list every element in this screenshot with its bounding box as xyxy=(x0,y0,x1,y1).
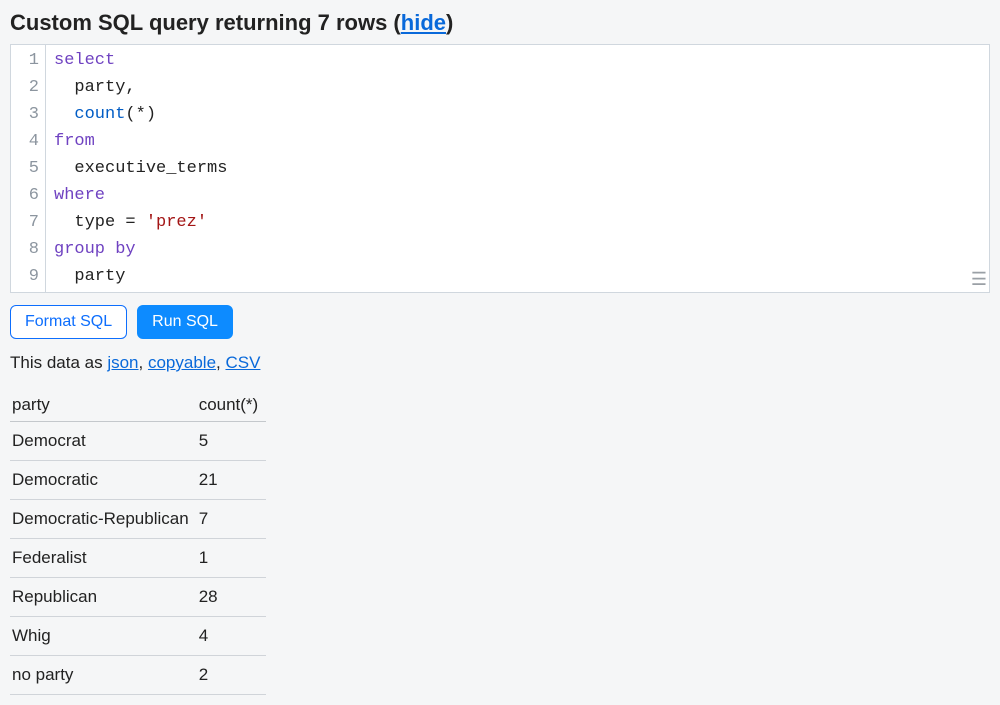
table-cell: Democrat xyxy=(10,422,197,461)
table-row: Democratic-Republican7 xyxy=(10,500,266,539)
page-title: Custom SQL query returning 7 rows (hide) xyxy=(10,10,990,36)
code-line[interactable]: group by xyxy=(54,236,981,263)
button-row: Format SQL Run SQL xyxy=(10,305,990,339)
results-table: partycount(*) Democrat5Democratic21Democ… xyxy=(10,389,266,695)
line-number: 5 xyxy=(21,155,39,182)
export-prefix: This data as xyxy=(10,353,107,372)
code-line[interactable]: party, xyxy=(54,74,981,101)
table-cell: 2 xyxy=(197,656,267,695)
line-number: 9 xyxy=(21,263,39,290)
heading-suffix: ) xyxy=(446,10,453,35)
table-cell: 28 xyxy=(197,578,267,617)
table-row: Republican28 xyxy=(10,578,266,617)
format-sql-button[interactable]: Format SQL xyxy=(10,305,127,339)
table-row: Democratic21 xyxy=(10,461,266,500)
table-cell: 21 xyxy=(197,461,267,500)
table-cell: Whig xyxy=(10,617,197,656)
line-number: 6 xyxy=(21,182,39,209)
column-header: count(*) xyxy=(197,389,267,422)
export-line: This data as json, copyable, CSV xyxy=(10,353,990,373)
line-number: 1 xyxy=(21,47,39,74)
table-row: Democrat5 xyxy=(10,422,266,461)
table-cell: 4 xyxy=(197,617,267,656)
table-cell: Federalist xyxy=(10,539,197,578)
sql-code[interactable]: select party, count(*)from executive_ter… xyxy=(46,45,989,292)
resize-handle-icon[interactable]: ☰ xyxy=(971,269,987,290)
sql-editor[interactable]: 123456789 select party, count(*)from exe… xyxy=(10,44,990,293)
line-number: 8 xyxy=(21,236,39,263)
table-cell: 7 xyxy=(197,500,267,539)
line-number: 3 xyxy=(21,101,39,128)
column-header: party xyxy=(10,389,197,422)
code-line[interactable]: executive_terms xyxy=(54,155,981,182)
export-link-csv[interactable]: CSV xyxy=(225,353,260,372)
heading-prefix: Custom SQL query returning 7 rows ( xyxy=(10,10,401,35)
table-cell: 1 xyxy=(197,539,267,578)
export-link-json[interactable]: json xyxy=(107,353,138,372)
line-number: 4 xyxy=(21,128,39,155)
line-number: 2 xyxy=(21,74,39,101)
export-link-copyable[interactable]: copyable xyxy=(148,353,216,372)
code-line[interactable]: party xyxy=(54,263,981,290)
run-sql-button[interactable]: Run SQL xyxy=(137,305,233,339)
table-cell: 5 xyxy=(197,422,267,461)
table-cell: no party xyxy=(10,656,197,695)
code-line[interactable]: from xyxy=(54,128,981,155)
hide-link[interactable]: hide xyxy=(401,10,446,35)
line-number: 7 xyxy=(21,209,39,236)
table-cell: Democratic xyxy=(10,461,197,500)
code-line[interactable]: count(*) xyxy=(54,101,981,128)
table-row: no party2 xyxy=(10,656,266,695)
table-row: Whig4 xyxy=(10,617,266,656)
code-line[interactable]: where xyxy=(54,182,981,209)
line-number-gutter: 123456789 xyxy=(11,45,46,292)
table-row: Federalist1 xyxy=(10,539,266,578)
table-cell: Republican xyxy=(10,578,197,617)
code-line[interactable]: select xyxy=(54,47,981,74)
code-line[interactable]: type = 'prez' xyxy=(54,209,981,236)
table-cell: Democratic-Republican xyxy=(10,500,197,539)
